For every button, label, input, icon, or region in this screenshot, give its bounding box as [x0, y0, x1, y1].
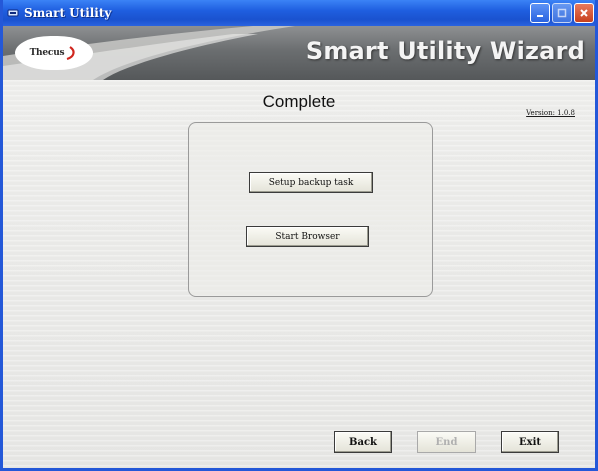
logo-swirl-icon	[67, 46, 76, 61]
title-bar[interactable]: Smart Utility	[3, 0, 595, 26]
maximize-icon	[557, 8, 567, 18]
start-browser-button[interactable]: Start Browser	[246, 226, 369, 247]
page-heading: Complete	[262, 92, 336, 111]
window-title: Smart Utility	[24, 6, 112, 20]
back-button[interactable]: Back	[334, 431, 392, 453]
logo-text: Thecus	[29, 48, 65, 58]
minimize-icon	[537, 15, 543, 17]
thecus-logo: Thecus	[15, 36, 93, 70]
close-button[interactable]	[574, 3, 594, 23]
title-bar-controls	[530, 3, 594, 23]
exit-button[interactable]: Exit	[501, 431, 559, 453]
minimize-button[interactable]	[530, 3, 550, 23]
app-icon	[6, 6, 20, 20]
wizard-content: Complete Version: 1.0.8 Setup backup tas…	[3, 80, 595, 468]
smart-utility-window: Smart Utility Thecus Smart Utility Wizar…	[0, 0, 598, 471]
setup-backup-task-button[interactable]: Setup backup task	[249, 172, 373, 193]
maximize-button[interactable]	[552, 3, 572, 23]
end-button[interactable]: End	[417, 431, 476, 453]
wizard-banner: Thecus Smart Utility Wizard	[3, 26, 595, 80]
version-link[interactable]: Version: 1.0.8	[526, 109, 575, 117]
close-icon	[580, 9, 588, 17]
options-panel: Setup backup task Start Browser	[188, 122, 433, 297]
wizard-title: Smart Utility Wizard	[305, 37, 585, 65]
